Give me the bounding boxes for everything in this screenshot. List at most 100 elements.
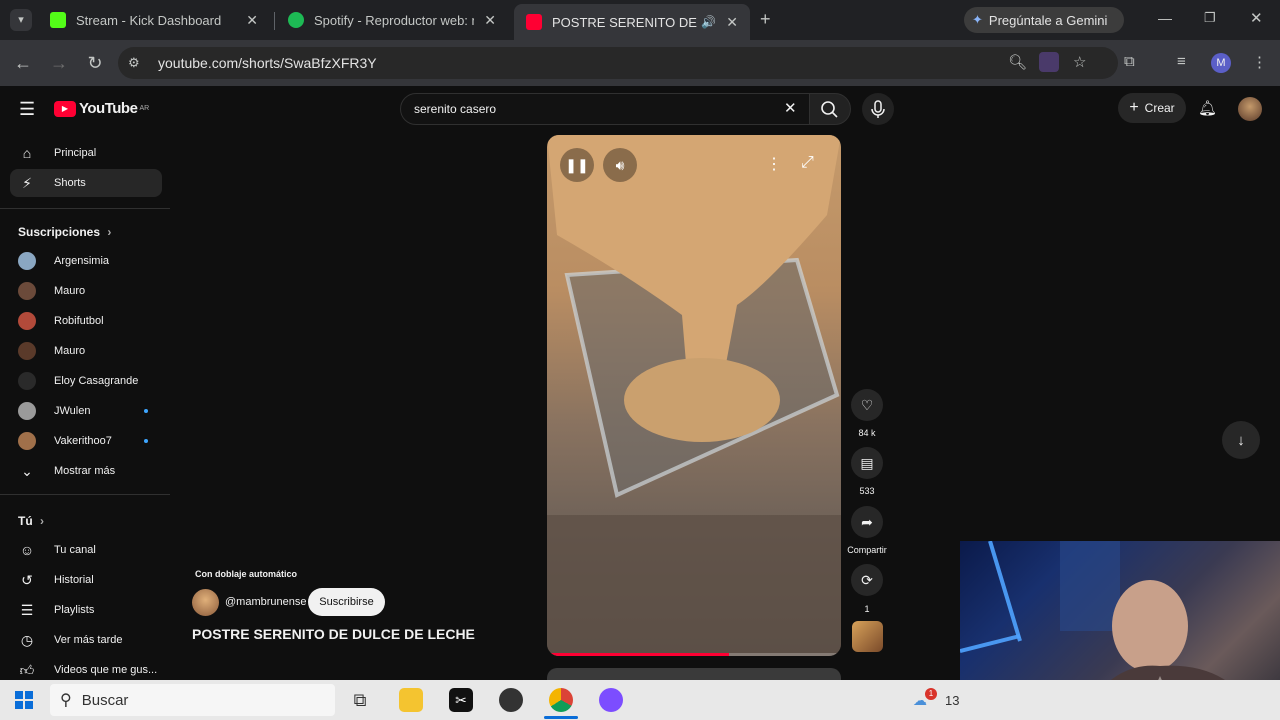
search-icon: ⚲ [60,692,72,709]
share-icon: ➦ [861,513,873,530]
sidebar-item-label: Principal [54,147,97,159]
search-input[interactable] [414,99,774,119]
like-button[interactable]: ♡ [851,389,883,421]
sidebar-subscription[interactable]: Mauro [10,337,162,365]
video-frame [547,135,841,656]
plus-icon: + [1129,99,1139,116]
sidebar-item-historial[interactable]: ↺ Historial [10,566,162,594]
divider [0,494,170,495]
sidebar-item-ver-mas-tarde[interactable]: ◷ Ver más tarde [10,626,162,654]
sidebar-item-tu-canal[interactable]: ☺ Tu canal [10,536,162,564]
sidebar-item-playlists[interactable]: ☰ Playlists [10,596,162,624]
forward-icon[interactable]: → [48,52,70,74]
tab-spotify[interactable]: Spotify - Reproductor web: músi ✕ [276,4,508,36]
file-explorer-icon[interactable] [399,688,423,712]
reload-icon[interactable]: ↻ [84,52,106,74]
tab-kick-dashboard[interactable]: Stream - Kick Dashboard ✕ [38,4,270,36]
youtube-play-logo-icon: ▶ [54,100,76,117]
sidebar-item-label: Robifutbol [54,315,104,327]
profile-avatar[interactable]: M [1211,53,1231,73]
sidebar-item-label: Historial [54,574,94,586]
show-more-button[interactable]: ⌄ Mostrar más [10,457,162,485]
obs-icon[interactable] [499,688,523,712]
new-tab-button[interactable]: + [760,9,771,30]
channel-avatar [18,372,36,390]
create-label: Crear [1144,101,1175,115]
voice-search-button[interactable] [862,93,894,125]
next-short-button[interactable]: ↓ [1222,421,1260,459]
sidebar-subscription[interactable]: Mauro [10,277,162,305]
taskbar-search-placeholder: Buscar [81,691,129,709]
restore-window-icon[interactable]: ❐ [1204,10,1216,26]
new-content-dot [144,409,148,413]
taskbar-search-box[interactable]: ⚲ Buscar [50,684,335,716]
channel-avatar [18,432,36,450]
you-heading[interactable]: Tú › [18,514,44,528]
minimize-window-icon[interactable]: — [1158,10,1172,26]
close-tab-icon[interactable]: ✕ [246,12,258,29]
sidebar-item-label: Playlists [54,604,95,616]
youtube-logo[interactable]: ▶ YouTube AR [54,100,149,117]
hamburger-menu-icon[interactable]: ☰ [19,99,35,120]
site-info-icon[interactable]: ⚙ [128,55,140,71]
tab-title: Spotify - Reproductor web: músi [314,12,474,28]
search-button[interactable] [809,93,851,125]
home-icon: ⌂ [22,145,32,161]
notifications-bell-icon[interactable]: 🔔︎ [1198,99,1217,117]
tab-title: Stream - Kick Dashboard [76,12,222,28]
chrome-taskbar-icon[interactable] [549,688,573,712]
install-app-icon[interactable] [1039,52,1059,72]
sidebar-subscription[interactable]: JWulen [10,397,162,425]
close-tab-icon[interactable]: ✕ [484,12,496,29]
subscribe-button[interactable]: Suscribirse [308,588,385,616]
shorts-video-player[interactable] [547,135,841,656]
sidebar-subscription[interactable]: Argensimia [10,247,162,275]
pause-button[interactable]: ❚❚ [560,148,594,182]
spotify-favicon-icon [288,12,304,28]
close-window-icon[interactable]: ✕ [1250,9,1263,27]
channel-icon: ☺ [19,542,35,558]
tab-search-chevron-icon[interactable]: ▾ [10,9,32,31]
sound-thumbnail[interactable] [852,621,883,652]
back-icon[interactable]: ← [12,52,34,74]
channel-avatar[interactable] [192,589,219,616]
channel-handle[interactable]: @mambrunense [225,596,306,608]
task-view-icon[interactable]: ⧉ [348,688,372,712]
comment-count: 533 [859,486,875,496]
sidebar-item-shorts[interactable]: ⚡︎ Shorts [10,169,162,197]
video-title[interactable]: POSTRE SERENITO DE DULCE DE LECHE [192,626,475,642]
sidebar-item-principal[interactable]: ⌂ Principal [10,139,162,167]
sidebar-item-label: JWulen [54,405,91,417]
watch-later-icon: ◷ [20,631,34,648]
sidebar-subscription[interactable]: Robifutbol [10,307,162,335]
volume-button[interactable]: 🔊︎ [603,148,637,182]
progress-track[interactable] [547,653,841,656]
audio-playing-icon[interactable]: 🔊 [701,15,716,29]
sidebar-subscription[interactable]: Eloy Casagrande [10,367,162,395]
url-text[interactable]: youtube.com/shorts/SwaBfzXFR3Y [158,55,377,71]
media-controls-icon[interactable]: ≡ [1177,53,1186,70]
sidebar-subscription[interactable]: Vakerithoo7 [10,427,162,455]
close-tab-icon[interactable]: ✕ [726,14,738,31]
notification-badge: 1 [925,688,937,700]
more-options-icon[interactable]: ⋮ [766,154,782,174]
chrome-menu-icon[interactable]: ⋮ [1252,53,1267,71]
remix-button[interactable]: ⟳ [851,564,883,596]
extensions-icon[interactable]: ⧉ [1124,53,1135,70]
account-avatar[interactable] [1238,97,1262,121]
gemini-button[interactable]: ✦ Pregúntale a Gemini [964,7,1124,33]
windows-start-icon[interactable] [15,691,33,709]
bookmark-star-icon[interactable]: ☆ [1073,53,1086,71]
create-button[interactable]: + Crear [1118,93,1186,123]
fullscreen-icon[interactable]: ⤢ [801,154,814,172]
tab-title: POSTRE SERENITO DE DULC [552,14,697,30]
subscriptions-heading[interactable]: Suscripciones › [18,225,111,239]
tab-youtube-active[interactable]: POSTRE SERENITO DE DULC 🔊 ✕ [514,4,750,40]
share-button[interactable]: ➦ [851,506,883,538]
clear-search-icon[interactable]: ✕ [784,99,797,117]
next-short-preview[interactable] [547,668,841,680]
discord-icon[interactable] [599,688,623,712]
capcut-icon[interactable]: ✂ [449,688,473,712]
zoom-icon[interactable]: 🔍︎ [1008,53,1027,71]
comments-button[interactable]: ▤ [851,447,883,479]
